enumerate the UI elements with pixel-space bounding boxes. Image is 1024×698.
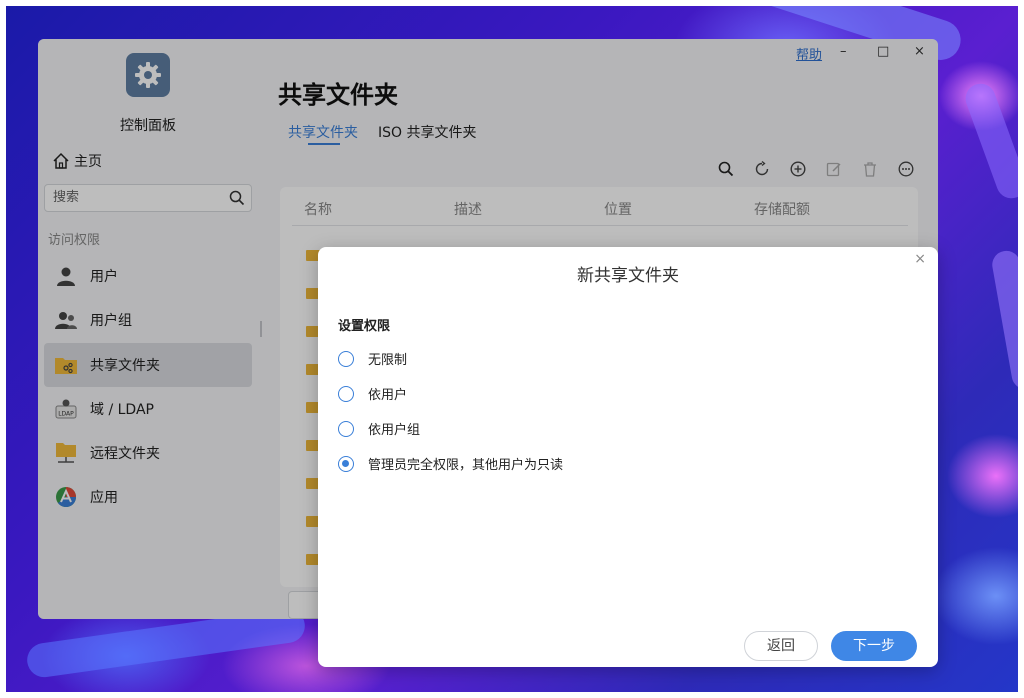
radio-button-checked[interactable] bbox=[338, 455, 354, 472]
permission-option-unrestricted[interactable]: 无限制 bbox=[338, 349, 407, 368]
dialog-close-button[interactable]: × bbox=[914, 251, 926, 267]
dialog-title: 新共享文件夹 bbox=[577, 266, 679, 286]
radio-button[interactable] bbox=[338, 420, 354, 437]
permission-option-admin-full-others-readonly[interactable]: 管理员完全权限，其他用户为只读 bbox=[338, 454, 563, 473]
radio-button[interactable] bbox=[338, 350, 354, 367]
radio-button[interactable] bbox=[338, 385, 354, 402]
option-label: 管理员完全权限，其他用户为只读 bbox=[368, 458, 564, 473]
back-button[interactable]: 返回 bbox=[744, 631, 818, 661]
next-button[interactable]: 下一步 bbox=[831, 631, 917, 661]
option-label: 依用户组 bbox=[368, 423, 421, 438]
wallpaper-streak bbox=[961, 79, 1018, 203]
permission-option-by-user[interactable]: 依用户 bbox=[338, 384, 407, 403]
option-label: 无限制 bbox=[368, 353, 408, 368]
permission-section-title: 设置权限 bbox=[338, 319, 391, 334]
option-label: 依用户 bbox=[368, 388, 408, 403]
new-shared-folder-dialog: 新共享文件夹 × 设置权限 无限制 依用户 依用户组 管理员完全权限，其他用户为… bbox=[318, 247, 938, 667]
wallpaper-streak bbox=[990, 248, 1018, 392]
permission-option-by-group[interactable]: 依用户组 bbox=[338, 419, 420, 438]
